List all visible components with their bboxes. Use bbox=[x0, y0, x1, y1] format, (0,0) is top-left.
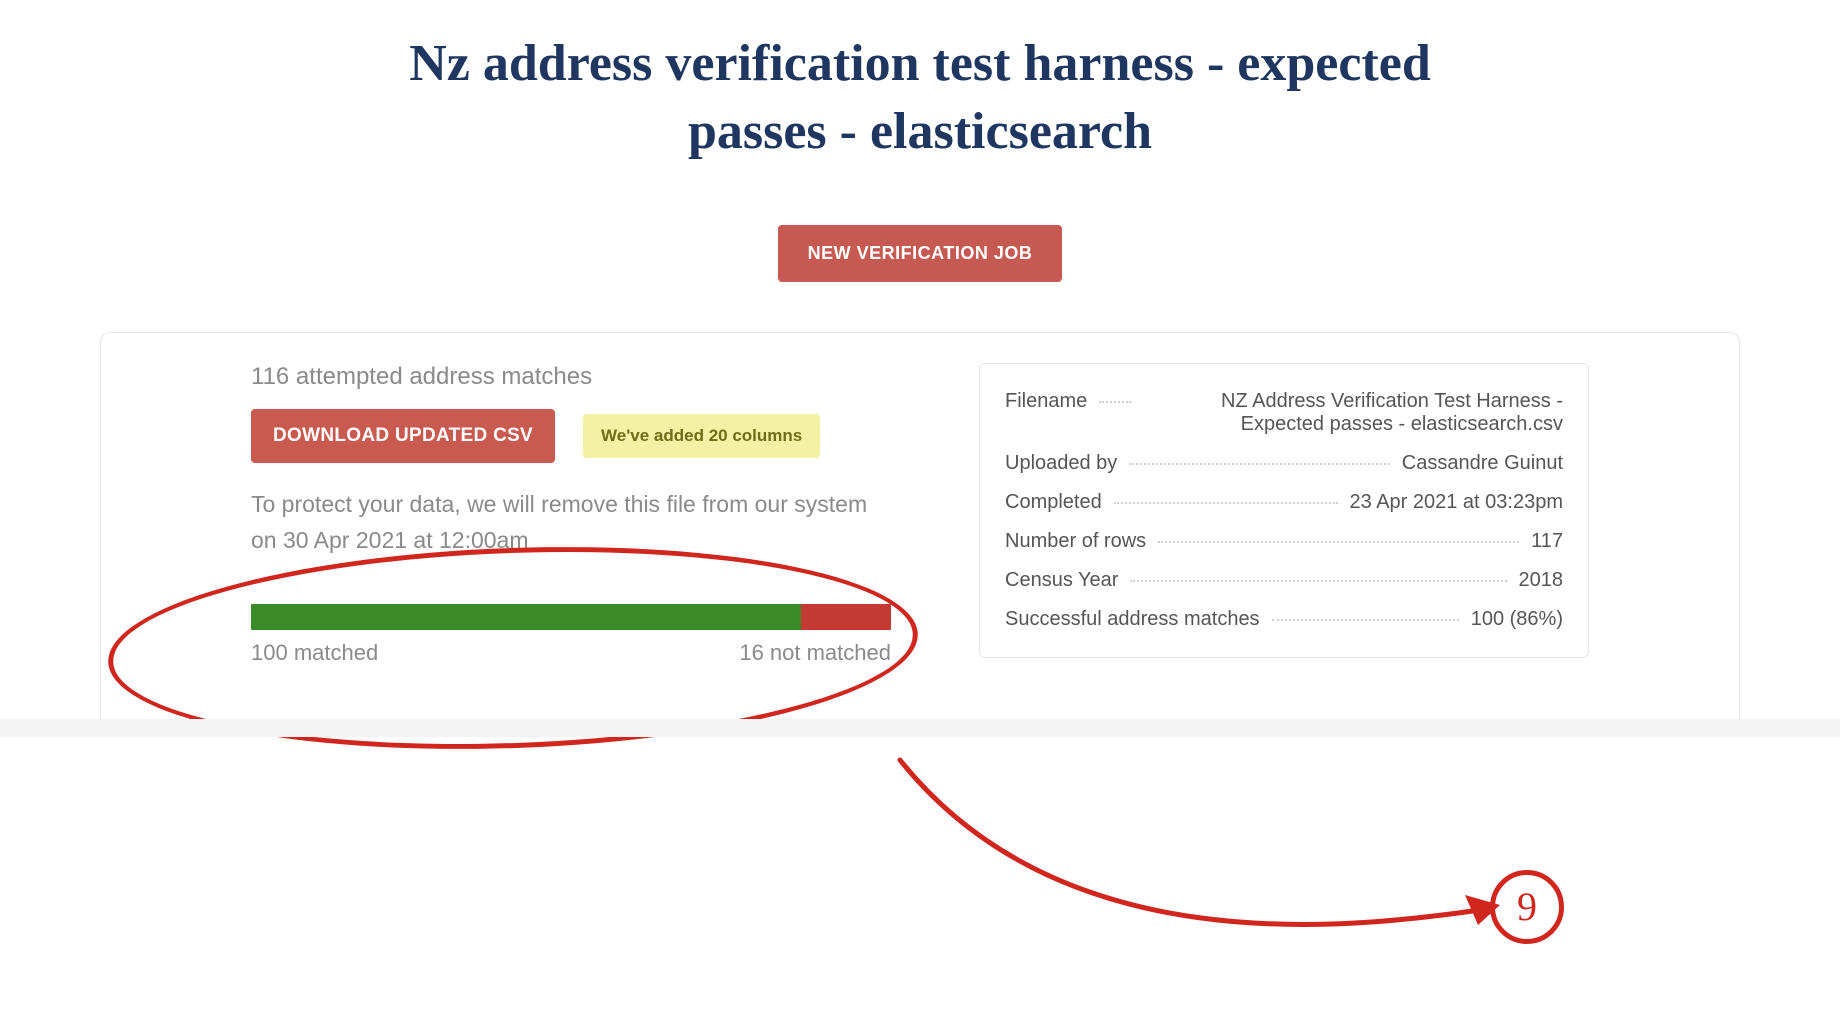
meta-rows-value: 117 bbox=[1531, 530, 1563, 553]
attempted-matches-text: 116 attempted address matches bbox=[251, 363, 919, 391]
match-bar-matched-segment bbox=[251, 604, 801, 630]
meta-filename-value: NZ Address Verification Test Harness - E… bbox=[1143, 390, 1563, 436]
meta-uploadedby-label: Uploaded by bbox=[1005, 452, 1117, 475]
annotation-step-number: 9 bbox=[1490, 870, 1564, 944]
annotation-arrow bbox=[700, 700, 1600, 960]
columns-added-tag: We've added 20 columns bbox=[583, 414, 820, 458]
meta-completed-value: 23 Apr 2021 at 03:23pm bbox=[1350, 491, 1564, 514]
download-csv-button[interactable]: DOWNLOAD UPDATED CSV bbox=[251, 409, 555, 463]
match-bar bbox=[251, 604, 891, 630]
meta-census-label: Census Year bbox=[1005, 569, 1118, 592]
not-matched-label: 16 not matched bbox=[739, 640, 891, 666]
match-bar-notmatched-segment bbox=[801, 604, 891, 630]
meta-success-label: Successful address matches bbox=[1005, 608, 1260, 631]
footer-strip bbox=[0, 719, 1840, 737]
match-bar-labels: 100 matched 16 not matched bbox=[251, 640, 891, 666]
meta-census-value: 2018 bbox=[1519, 569, 1564, 592]
meta-completed-label: Completed bbox=[1005, 491, 1102, 514]
meta-uploadedby-value: Cassandre Guinut bbox=[1402, 452, 1563, 475]
meta-success-value: 100 (86%) bbox=[1471, 608, 1563, 631]
retention-note: To protect your data, we will remove thi… bbox=[251, 487, 891, 558]
meta-filename-label: Filename bbox=[1005, 390, 1087, 413]
meta-panel: Filename NZ Address Verification Test Ha… bbox=[979, 363, 1589, 658]
page-title: Nz address verification test harness - e… bbox=[370, 30, 1470, 165]
meta-rows-label: Number of rows bbox=[1005, 530, 1146, 553]
new-verification-job-button[interactable]: NEW VERIFICATION JOB bbox=[778, 225, 1063, 282]
matched-label: 100 matched bbox=[251, 640, 378, 666]
job-card: 116 attempted address matches DOWNLOAD U… bbox=[100, 332, 1740, 737]
